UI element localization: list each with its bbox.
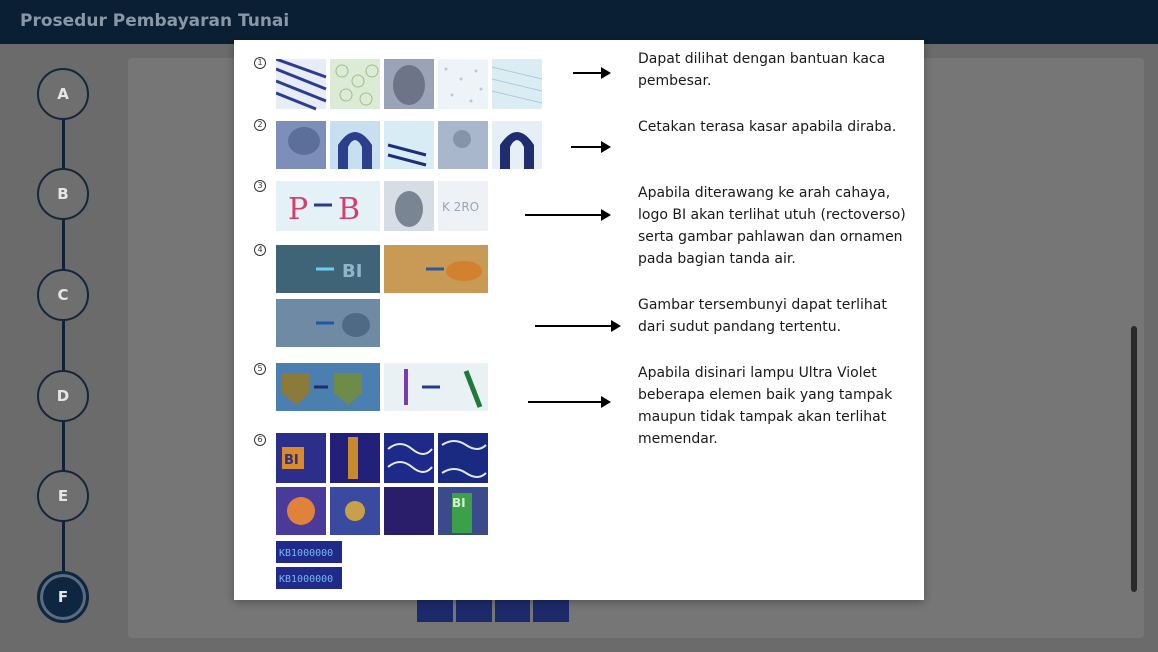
arrow-2 (571, 141, 611, 153)
step-a[interactable]: A (37, 68, 89, 120)
description-1: Dapat dilihat dengan bantuan kaca pembes… (638, 51, 886, 89)
uv-bi-text: BI (284, 453, 299, 468)
marker-2: 2 (254, 119, 266, 131)
svg-text:K 2RO: K 2RO (442, 200, 479, 214)
arrow-1 (573, 67, 611, 79)
scrollbar[interactable] (1131, 326, 1137, 592)
latent-images: BI (276, 245, 488, 347)
arrow-5 (528, 396, 611, 408)
step-e[interactable]: E (37, 470, 89, 522)
step-e-label: E (57, 487, 69, 505)
latent-bi-text: BI (342, 261, 362, 282)
step-f-label: F (57, 588, 69, 606)
marker-5: 5 (254, 363, 266, 375)
image-modal: 1 2 3 4 5 6 P B K 2RO BI BI BI KB1000000… (234, 40, 924, 600)
step-b-label: B (57, 185, 69, 203)
uv-fluorescence-images: BI BI KB1000000 KB1000000 (276, 433, 488, 589)
marker-3: 3 (254, 180, 266, 192)
arrow-4 (535, 320, 621, 332)
description-4: Gambar tersembunyi dapat terlihat dari s… (638, 297, 887, 335)
svg-text:B: B (338, 192, 360, 227)
arrow-3 (525, 209, 611, 221)
svg-text:P: P (288, 192, 308, 227)
description-3: Apabila diterawang ke arah cahaya, logo … (638, 185, 906, 267)
microtext-images (276, 59, 543, 111)
step-f[interactable]: F (37, 571, 89, 623)
step-b[interactable]: B (37, 168, 89, 220)
step-a-label: A (57, 85, 69, 103)
title-bar: Prosedur Pembayaran Tunai (0, 0, 1158, 44)
marker-6: 6 (254, 434, 266, 446)
description-5: Apabila disinari lampu Ultra Violet bebe… (638, 365, 893, 447)
uv-bi-text-2: BI (452, 496, 466, 510)
step-c-label: C (57, 286, 69, 304)
step-d-label: D (56, 387, 70, 405)
background-thumbnails (417, 600, 569, 622)
step-d[interactable]: D (37, 370, 89, 422)
description-2: Cetakan terasa kasar apabila diraba. (638, 119, 897, 135)
watermark-images: P B K 2RO (276, 181, 488, 231)
step-c[interactable]: C (37, 269, 89, 321)
serial-number-1: KB1000000 (279, 548, 333, 559)
intaglio-images (276, 121, 542, 169)
marker-4: 4 (254, 244, 266, 256)
marker-1: 1 (254, 57, 266, 69)
page-title: Prosedur Pembayaran Tunai (20, 11, 290, 31)
serial-number-2: KB1000000 (279, 574, 333, 585)
uv-images (276, 363, 488, 411)
